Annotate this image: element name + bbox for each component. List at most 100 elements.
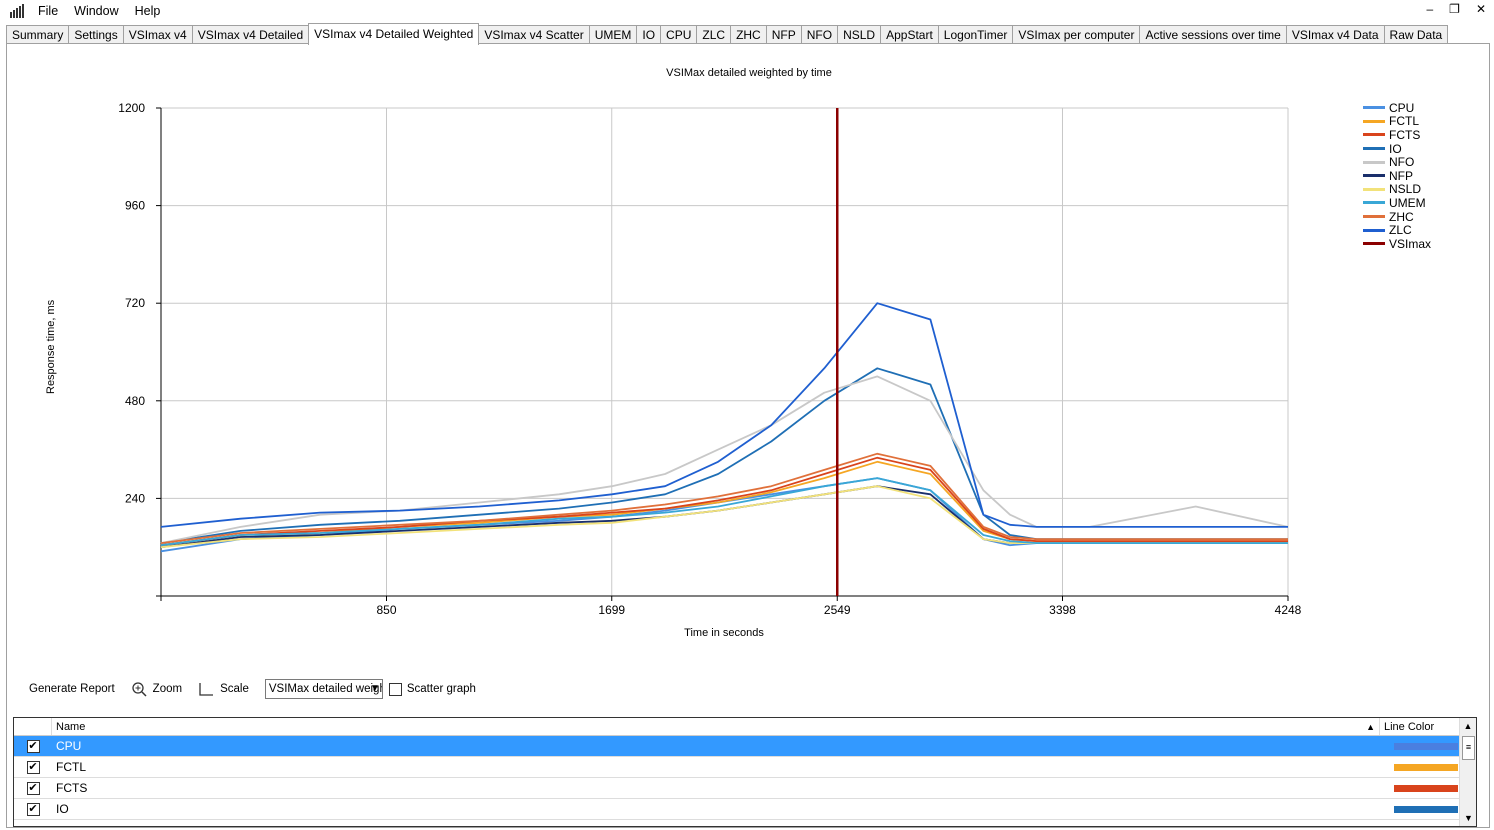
x-tick-label: 1699 [598, 603, 625, 617]
tab-io[interactable]: IO [636, 25, 662, 44]
scale-button[interactable]: Scale [198, 681, 249, 697]
row-checkbox[interactable]: ✔ [26, 739, 40, 753]
x-tick-label: 4248 [1275, 603, 1302, 617]
series-line-io [160, 367, 1288, 544]
chart-type-value: VSIMax detailed weighted by time [268, 683, 382, 695]
menu-file[interactable]: File [32, 4, 68, 18]
grid-scrollbar[interactable]: ▲ ≡ ▼ [1459, 718, 1476, 826]
tab-strip: Summary Settings VSImax v4 VSImax v4 Detail… [6, 23, 1449, 45]
tab-zhc[interactable]: ZHC [730, 25, 767, 44]
legend-swatch [1363, 228, 1385, 232]
legend-item: FCTS [1363, 128, 1431, 142]
menu-help[interactable]: Help [129, 4, 171, 18]
scatter-graph-checkbox[interactable] [388, 682, 402, 696]
zoom-button[interactable]: Zoom [131, 681, 182, 697]
legend-label: VSImax [1389, 236, 1432, 251]
legend-swatch [1363, 147, 1385, 151]
tab-umem[interactable]: UMEM [588, 25, 638, 44]
tab-vsimax-v4-data[interactable]: VSImax v4 Data [1285, 25, 1385, 44]
scroll-down-icon[interactable]: ▼ [1460, 810, 1477, 826]
tab-nsld[interactable]: NSLD [837, 25, 882, 44]
tab-summary[interactable]: Summary [6, 25, 70, 44]
tab-vsimax-v4-scatter[interactable]: VSImax v4 Scatter [478, 25, 590, 44]
header-name-label: Name [56, 721, 86, 733]
tab-settings[interactable]: Settings [68, 25, 124, 44]
tab-vsimax-v4-detailed[interactable]: VSImax v4 Detailed [191, 25, 310, 44]
legend-label: FCTL [1389, 114, 1419, 129]
tab-vsimax-per-computer[interactable]: VSImax per computer [1012, 25, 1141, 44]
close-icon[interactable]: ✕ [1476, 2, 1486, 16]
generate-report-button[interactable]: Generate Report [29, 683, 115, 695]
legend-label: UMEM [1389, 195, 1426, 210]
scatter-graph-label: Scatter graph [406, 683, 476, 695]
x-tick-label: 2549 [824, 603, 851, 617]
tab-vsimax-v4-detailed-weighted[interactable]: VSImax v4 Detailed Weighted [308, 23, 480, 45]
tab-panel: VSIMax detailed weighted by time 240 480 7… [6, 43, 1490, 828]
header-name[interactable]: Name ▲ [52, 718, 1380, 735]
app-logo-icon [10, 3, 26, 18]
zoom-icon [132, 682, 147, 697]
tab-zlc[interactable]: ZLC [696, 25, 732, 44]
scroll-thumb[interactable]: ≡ [1462, 736, 1475, 760]
legend-label: FCTS [1389, 127, 1421, 142]
x-axis-title: Time in seconds [684, 627, 764, 639]
legend-swatch [1363, 242, 1385, 246]
legend-label: NFP [1389, 168, 1413, 183]
legend-label: CPU [1389, 100, 1415, 115]
color-swatch [1394, 742, 1458, 750]
legend-swatch [1363, 215, 1385, 219]
tab-active-sessions-over-time[interactable]: Active sessions over time [1139, 25, 1287, 44]
minimize-icon[interactable]: – [1426, 2, 1433, 16]
legend-label: IO [1389, 141, 1402, 156]
legend-swatch [1363, 106, 1385, 110]
row-name: FCTL [56, 760, 86, 774]
series-line-zlc [160, 302, 1288, 528]
row-checkbox[interactable]: ✔ [26, 760, 40, 774]
legend-item: FCTL [1363, 114, 1431, 129]
legend-label: NSLD [1389, 182, 1422, 197]
legend-swatch [1363, 133, 1385, 137]
tab-logontimer[interactable]: LogonTimer [937, 25, 1014, 44]
legend-swatch [1363, 201, 1385, 205]
scale-label: Scale [220, 683, 249, 695]
legend-label: ZHC [1389, 209, 1414, 224]
series-grid: Name ▲ Line Color ✔ CPU ✔ FCTL ✔ FCTS ✔ IO ▲ ≡ ▼ [13, 717, 1477, 827]
chevron-down-icon: ▼ [369, 683, 380, 694]
table-row[interactable]: ✔ FCTL [14, 757, 1476, 778]
color-swatch [1394, 805, 1458, 813]
table-row[interactable]: ✔ IO [14, 799, 1476, 820]
legend-item: UMEM [1363, 196, 1431, 210]
chart-type-select[interactable]: VSIMax detailed weighted by time ▼ [264, 679, 383, 699]
window-controls: – ❐ ✕ [1426, 2, 1486, 16]
legend-item: ZHC [1363, 210, 1431, 224]
y-tick-label: 480 [125, 394, 145, 408]
zoom-label: Zoom [152, 683, 183, 695]
legend-label: ZLC [1389, 223, 1412, 238]
tab-raw-data[interactable]: Raw Data [1383, 25, 1449, 44]
table-row[interactable]: ✔ CPU [14, 736, 1476, 757]
legend-item: CPU [1363, 101, 1431, 115]
row-checkbox[interactable]: ✔ [26, 781, 40, 795]
row-name: CPU [56, 739, 82, 753]
y-axis-title: Response time, ms [45, 299, 57, 394]
legend-item: NSLD [1363, 182, 1431, 197]
restore-icon[interactable]: ❐ [1449, 2, 1460, 16]
y-tick-label: 1200 [118, 101, 145, 115]
scroll-up-icon[interactable]: ▲ [1460, 718, 1476, 734]
chart-toolbar: Generate Report Zoom Scale VSIMax detail… [29, 678, 476, 700]
tab-appstart[interactable]: AppStart [880, 25, 939, 44]
sort-up-icon: ▲ [1366, 722, 1375, 732]
tab-cpu[interactable]: CPU [660, 25, 698, 44]
scale-icon [199, 683, 214, 696]
tab-vsimax-v4[interactable]: VSImax v4 [122, 25, 193, 44]
y-tick-label: 240 [125, 491, 145, 505]
tab-nfo[interactable]: NFO [800, 25, 839, 44]
tab-nfp[interactable]: NFP [765, 25, 802, 44]
y-tick-label: 960 [125, 199, 145, 213]
menu-bar: File Window Help – ❐ ✕ [0, 0, 1494, 21]
color-swatch [1394, 784, 1458, 792]
row-checkbox[interactable]: ✔ [26, 802, 40, 816]
table-row[interactable]: ✔ FCTS [14, 778, 1476, 799]
menu-window[interactable]: Window [68, 4, 128, 18]
grid-body: ✔ CPU ✔ FCTL ✔ FCTS ✔ IO [14, 736, 1476, 820]
